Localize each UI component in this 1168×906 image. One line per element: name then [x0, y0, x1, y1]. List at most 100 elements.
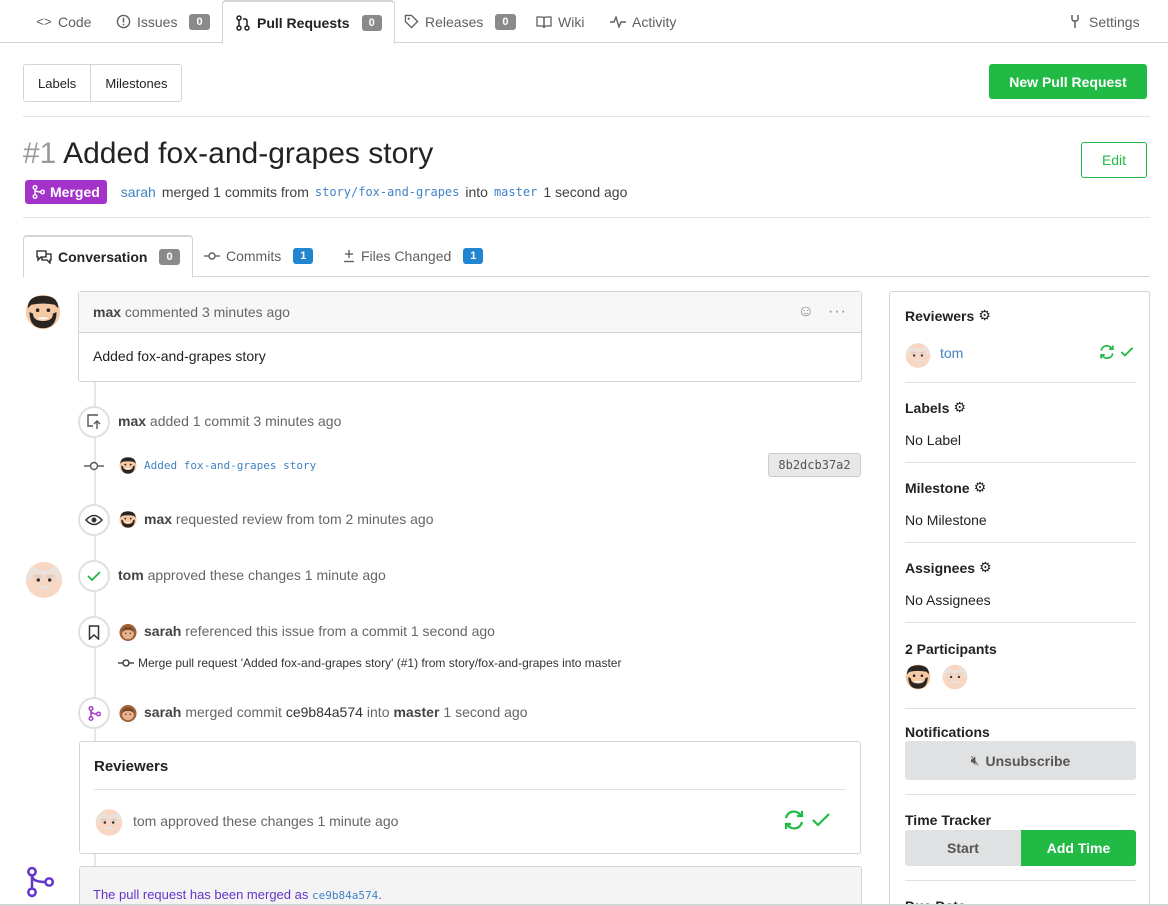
gear-icon[interactable]: ⚙ [974, 479, 987, 496]
avatar[interactable] [119, 623, 137, 642]
more-options-icon[interactable]: ··· [828, 303, 847, 321]
comment-body: Added fox-and-grapes story [93, 348, 266, 364]
pr-title: Added fox-and-grapes story [63, 137, 434, 170]
time-tracker-section: Time Tracker [905, 812, 992, 828]
reviewer-name[interactable]: tom [133, 813, 156, 829]
labels-button[interactable]: Labels [24, 65, 90, 101]
divider [905, 622, 1136, 623]
milestone-value: No Milestone [905, 512, 987, 528]
tab-wiki[interactable]: Wiki [536, 0, 584, 43]
participants-section: 2 Participants [905, 641, 997, 657]
merge-icon [78, 697, 110, 729]
new-pull-request-button[interactable]: New Pull Request [989, 64, 1147, 99]
tag-icon [403, 14, 419, 29]
eye-icon [78, 504, 110, 536]
status-badge: Merged [25, 180, 107, 204]
reviewer-link[interactable]: tom [940, 345, 963, 361]
assignees-value: No Assignees [905, 592, 991, 608]
avatar[interactable] [95, 808, 123, 837]
files-changed-count: 1 [463, 248, 484, 264]
tab-files-changed[interactable]: Files Changed 1 [343, 235, 484, 277]
commit-message-link[interactable]: Added fox-and-grapes story [144, 459, 316, 472]
added-commit-event: max added 1 commit 3 minutes ago [118, 413, 342, 429]
issues-count: 0 [189, 13, 210, 30]
avatar[interactable] [905, 663, 931, 691]
divider [905, 462, 1136, 463]
divider [905, 382, 1136, 383]
merge-sha[interactable]: ce9b84a574 [286, 704, 363, 720]
commit-icon [204, 252, 220, 260]
avatar[interactable] [905, 342, 931, 369]
merged-notice: The pull request has been merged as ce9b… [79, 866, 862, 906]
gear-icon[interactable]: ⚙ [979, 559, 992, 576]
pr-number: #1 [23, 137, 57, 170]
tab-settings[interactable]: Settings [1067, 0, 1140, 43]
author-link[interactable]: sarah [121, 184, 156, 200]
tab-issues[interactable]: Issues 0 [115, 0, 210, 43]
reviewers-box-title: Reviewers [94, 758, 169, 775]
check-icon [78, 560, 110, 592]
referenced-commit[interactable]: Merge pull request 'Added fox-and-grapes… [118, 656, 621, 670]
merge-branch[interactable]: master [393, 704, 439, 720]
bookmark-icon [78, 616, 110, 648]
book-icon [536, 15, 552, 29]
tab-activity[interactable]: Activity [610, 0, 676, 43]
tab-conversation[interactable]: Conversation 0 [23, 235, 193, 278]
merge-icon [32, 185, 45, 199]
commit-icon [84, 461, 104, 471]
milestones-button[interactable]: Milestones [90, 65, 181, 101]
reviewers-box: Reviewers tom approved these changes 1 m… [79, 741, 861, 854]
tab-commits[interactable]: Commits 1 [204, 235, 314, 277]
avatar[interactable] [119, 704, 137, 723]
refresh-icon[interactable] [783, 809, 805, 831]
head-branch-link[interactable]: story/fox-and-grapes [315, 185, 460, 199]
avatar[interactable] [119, 456, 137, 475]
event-user[interactable]: sarah [144, 623, 181, 639]
reviewers-section: Reviewers ⚙ [905, 307, 991, 324]
refresh-icon[interactable] [1099, 344, 1115, 360]
avatar[interactable] [119, 510, 137, 529]
comments-icon [36, 250, 52, 264]
emoji-reaction-icon[interactable]: ☺ [798, 303, 814, 321]
tab-pull-requests[interactable]: Pull Requests 0 [222, 0, 395, 44]
releases-count: 0 [495, 13, 516, 30]
divider [905, 794, 1136, 795]
commit-sha-button[interactable]: 8b2dcb37a2 [768, 453, 861, 477]
comment-header: max commented 3 minutes ago ☺ ··· [79, 292, 861, 333]
event-user[interactable]: max [118, 413, 146, 429]
base-branch-link[interactable]: master [494, 185, 537, 199]
avatar[interactable] [25, 560, 63, 600]
code-icon: <> [36, 14, 52, 29]
divider [23, 217, 1150, 218]
divider [905, 880, 1136, 881]
comment-author[interactable]: max [93, 304, 121, 320]
tab-code[interactable]: <> Code [36, 0, 91, 43]
check-icon [812, 813, 830, 827]
event-user[interactable]: max [144, 511, 172, 527]
repo-push-icon [78, 406, 110, 438]
edit-button[interactable]: Edit [1081, 142, 1147, 178]
diff-icon [344, 250, 354, 263]
avatar[interactable] [25, 292, 61, 332]
event-user[interactable]: sarah [144, 704, 181, 720]
add-time-button[interactable]: Add Time [1021, 830, 1136, 866]
merge-commit-link[interactable]: ce9b84a574 [312, 889, 378, 902]
start-button[interactable]: Start [905, 830, 1021, 866]
avatar[interactable] [942, 663, 968, 691]
merge-icon [27, 866, 55, 898]
mute-icon: 🔇︎ [970, 752, 980, 768]
issue-icon [115, 14, 131, 29]
tab-releases[interactable]: Releases 0 [403, 0, 516, 43]
unsubscribe-button[interactable]: 🔇︎ Unsubscribe [905, 741, 1136, 780]
merge-event: sarah merged commit ce9b84a574 into mast… [144, 704, 528, 720]
event-user[interactable]: tom [118, 567, 144, 583]
gear-icon[interactable]: ⚙ [978, 307, 991, 324]
divider [23, 116, 1150, 117]
pulse-icon [610, 15, 626, 28]
pr-meta: Merged sarah merged 1 commits from story… [25, 180, 627, 204]
divider [94, 789, 846, 790]
gear-icon[interactable]: ⚙ [953, 399, 966, 416]
review-request-event: max requested review from tom 2 minutes … [144, 511, 434, 527]
notifications-section: Notifications [905, 724, 990, 740]
conversation-count: 0 [159, 249, 180, 265]
